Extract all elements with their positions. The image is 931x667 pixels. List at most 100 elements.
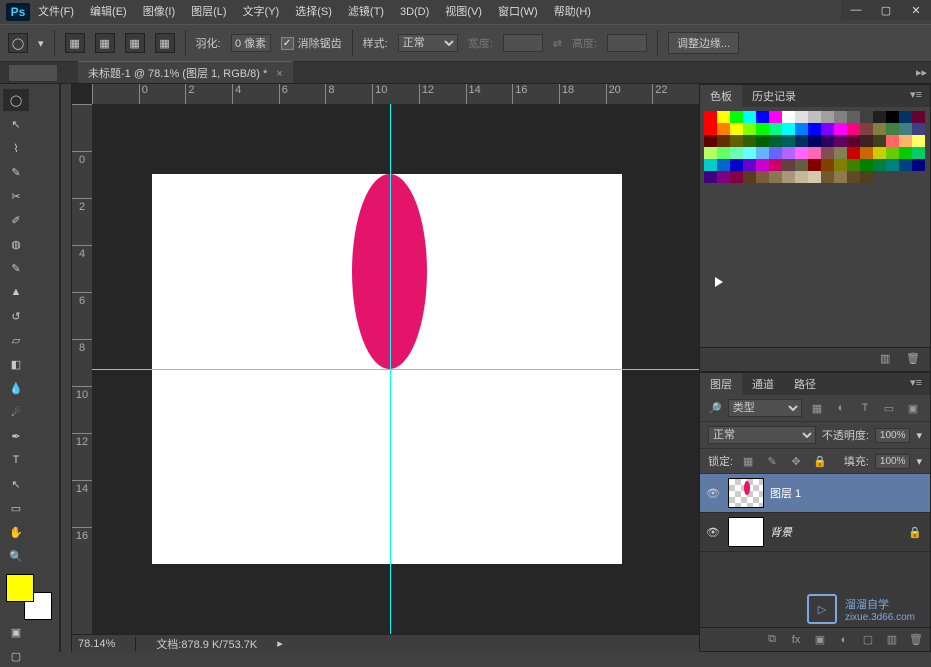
swatch-color[interactable]: [847, 159, 860, 171]
swatch-color[interactable]: [795, 123, 808, 135]
tab-layers[interactable]: 图层: [700, 373, 742, 395]
zoom-level[interactable]: 78.14%: [78, 638, 115, 650]
tab-swatches[interactable]: 色板: [700, 85, 742, 107]
ruler-vertical[interactable]: 0246810121416: [72, 104, 92, 634]
swatch-color[interactable]: [912, 135, 925, 147]
new-layer-icon[interactable]: ▥: [884, 633, 900, 646]
swatch-color[interactable]: [704, 135, 717, 147]
menu-file[interactable]: 文件(F): [30, 0, 82, 24]
swatch-color[interactable]: [912, 159, 925, 171]
swatch-color[interactable]: [821, 111, 834, 123]
swatch-color[interactable]: [769, 159, 782, 171]
swatch-color[interactable]: [795, 159, 808, 171]
filter-smart-icon[interactable]: ▣: [904, 400, 922, 416]
swatch-color[interactable]: [821, 123, 834, 135]
gradient-tool[interactable]: ◧: [3, 353, 29, 375]
swatch-color[interactable]: [756, 135, 769, 147]
opacity-value[interactable]: 100%: [875, 428, 911, 443]
layer-item[interactable]: 👁 背景 🔒: [700, 513, 930, 552]
swatch-color[interactable]: [821, 171, 834, 183]
filter-adjust-icon[interactable]: ◐: [832, 400, 850, 416]
swatch-color[interactable]: [730, 111, 743, 123]
type-tool[interactable]: T: [3, 449, 29, 471]
swatch-color[interactable]: [769, 171, 782, 183]
swatch-color[interactable]: [821, 159, 834, 171]
swatch-color[interactable]: [834, 135, 847, 147]
subtract-selection-icon[interactable]: ▦: [125, 33, 145, 53]
menu-view[interactable]: 视图(V): [437, 0, 490, 24]
swatch-color[interactable]: [912, 111, 925, 123]
swatch-color[interactable]: [808, 147, 821, 159]
swatch-color[interactable]: [795, 147, 808, 159]
menu-window[interactable]: 窗口(W): [490, 0, 546, 24]
swatch-color[interactable]: [743, 171, 756, 183]
swatch-color[interactable]: [860, 171, 873, 183]
brush-tool[interactable]: ✎: [3, 257, 29, 279]
ruler-horizontal[interactable]: 0246810121416182022: [92, 84, 699, 104]
menu-3d[interactable]: 3D(D): [392, 0, 437, 24]
panel-menu-icon[interactable]: ▾≡: [902, 85, 930, 107]
swatch-color[interactable]: [756, 171, 769, 183]
document-tab[interactable]: 未标题-1 @ 78.1% (图层 1, RGB/8) * ×: [78, 61, 293, 83]
swatch-color[interactable]: [795, 111, 808, 123]
refine-edge-button[interactable]: 调整边缘...: [668, 32, 739, 54]
menu-help[interactable]: 帮助(H): [546, 0, 599, 24]
swatch-color[interactable]: [860, 147, 873, 159]
workspace-switcher[interactable]: [8, 64, 58, 82]
swatch-color[interactable]: [886, 135, 899, 147]
marquee-tool[interactable]: ◯: [3, 89, 29, 111]
swatch-color[interactable]: [743, 135, 756, 147]
swatch-color[interactable]: [808, 159, 821, 171]
swatch-color[interactable]: [717, 123, 730, 135]
swatches-grid[interactable]: [700, 107, 930, 187]
antialias-checkbox[interactable]: ✓ 消除锯齿: [281, 35, 342, 51]
layer-name[interactable]: 背景: [770, 524, 902, 540]
swatch-color[interactable]: [756, 123, 769, 135]
swatch-color[interactable]: [834, 147, 847, 159]
swatch-color[interactable]: [782, 147, 795, 159]
menu-type[interactable]: 文字(Y): [235, 0, 288, 24]
swatch-color[interactable]: [821, 135, 834, 147]
swatch-color[interactable]: [808, 171, 821, 183]
swatch-color[interactable]: [834, 123, 847, 135]
screen-mode-icon[interactable]: ▢: [3, 645, 29, 667]
swatch-color[interactable]: [808, 123, 821, 135]
shape-tool[interactable]: ▭: [3, 497, 29, 519]
eraser-tool[interactable]: ▱: [3, 329, 29, 351]
delete-layer-icon[interactable]: 🗑: [908, 633, 924, 646]
swatch-color[interactable]: [704, 123, 717, 135]
filter-pixel-icon[interactable]: ▦: [808, 400, 826, 416]
swatch-color[interactable]: [847, 111, 860, 123]
new-selection-icon[interactable]: ▦: [65, 33, 85, 53]
lock-all-icon[interactable]: 🔒: [811, 453, 829, 469]
blend-mode-select[interactable]: 正常: [708, 426, 816, 444]
swatch-color[interactable]: [886, 147, 899, 159]
swatch-color[interactable]: [717, 111, 730, 123]
swatch-color[interactable]: [730, 135, 743, 147]
swatch-color[interactable]: [795, 171, 808, 183]
swatch-color[interactable]: [704, 171, 717, 183]
close-button[interactable]: ✕: [901, 0, 931, 20]
visibility-icon[interactable]: 👁: [704, 487, 722, 500]
delete-swatch-icon[interactable]: 🗑: [906, 352, 922, 368]
swatch-color[interactable]: [717, 171, 730, 183]
swatch-color[interactable]: [886, 159, 899, 171]
swatch-color[interactable]: [912, 147, 925, 159]
swatch-color[interactable]: [782, 159, 795, 171]
healing-tool[interactable]: ◍: [3, 233, 29, 255]
hand-tool[interactable]: ✋: [3, 521, 29, 543]
tab-paths[interactable]: 路径: [784, 373, 826, 395]
swatch-color[interactable]: [756, 147, 769, 159]
swatch-color[interactable]: [899, 135, 912, 147]
swatch-color[interactable]: [899, 159, 912, 171]
swatch-color[interactable]: [717, 147, 730, 159]
swatch-color[interactable]: [795, 135, 808, 147]
crop-tool[interactable]: ✂: [3, 185, 29, 207]
swatch-color[interactable]: [899, 147, 912, 159]
lock-trans-icon[interactable]: ▦: [739, 453, 757, 469]
swatch-color[interactable]: [847, 123, 860, 135]
swatch-color[interactable]: [769, 123, 782, 135]
swatch-color[interactable]: [743, 123, 756, 135]
menu-image[interactable]: 图像(I): [135, 0, 183, 24]
swatch-color[interactable]: [860, 135, 873, 147]
